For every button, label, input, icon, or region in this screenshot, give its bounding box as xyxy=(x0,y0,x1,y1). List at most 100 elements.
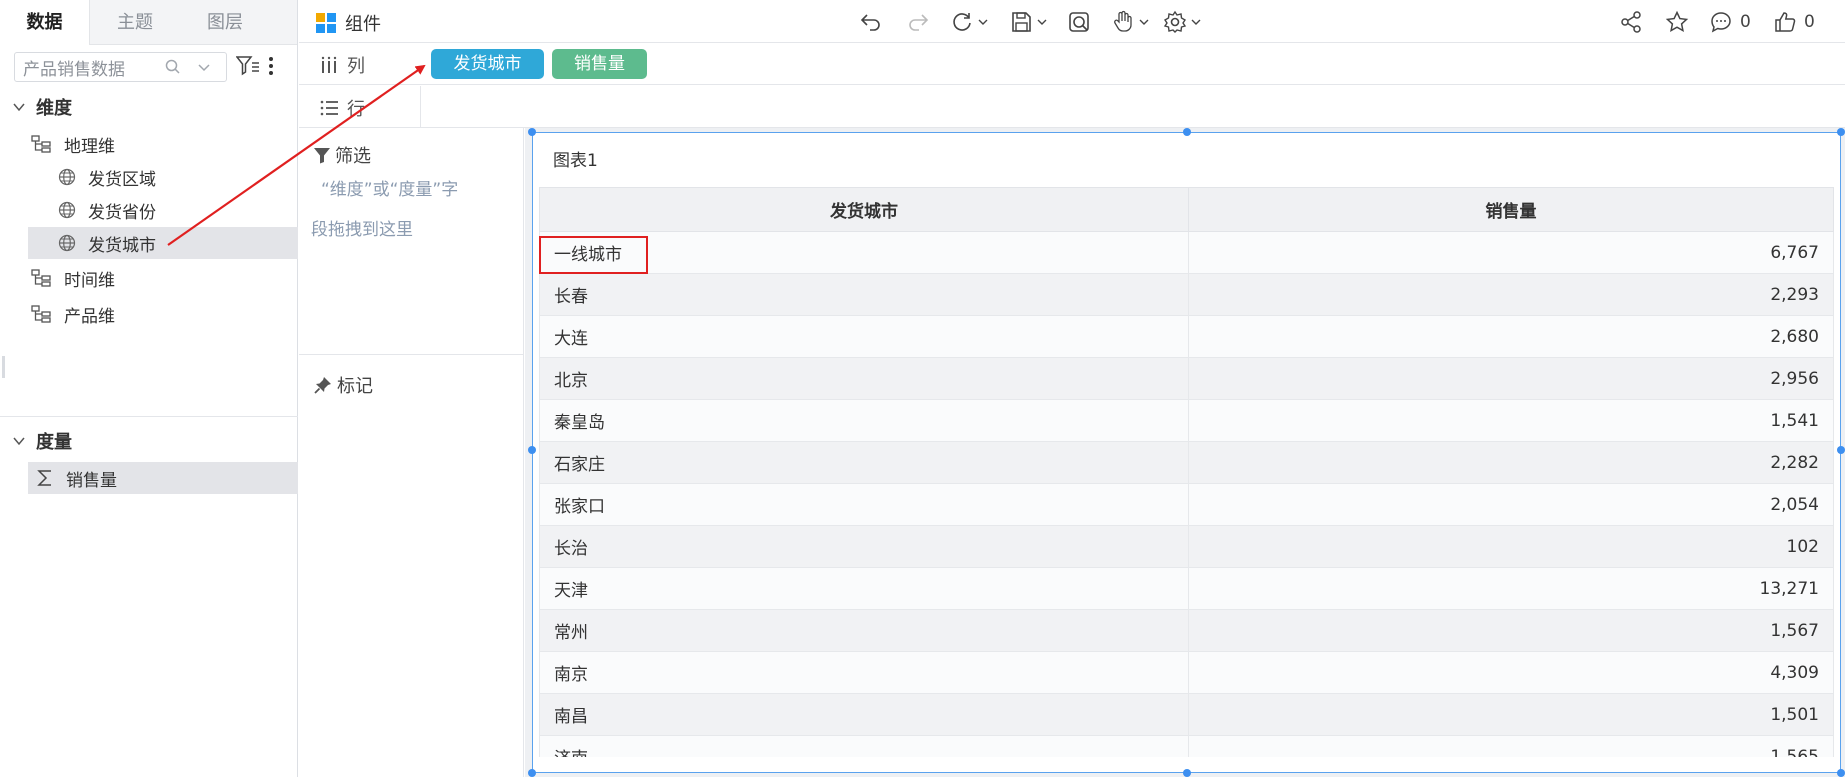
cell-sales: 1,565 xyxy=(1188,735,1834,757)
row-shelf[interactable]: 行 xyxy=(299,86,1845,128)
cell-city: 常州 xyxy=(539,609,1189,652)
cell-sales: 2,282 xyxy=(1188,441,1834,484)
tree-item-ship-region[interactable]: 发货区域 xyxy=(58,161,156,193)
cell-sales: 6,767 xyxy=(1188,231,1834,274)
measure-section-label: 度量 xyxy=(36,432,72,453)
component-label: 组件 xyxy=(345,14,381,35)
tree-item-label: 销售量 xyxy=(66,470,117,491)
hand-icon xyxy=(1114,10,1132,32)
column-shelf-label: 列 xyxy=(319,52,365,78)
tree-item-sales-volume[interactable]: 销售量 xyxy=(28,462,298,494)
globe-icon xyxy=(58,234,76,252)
resize-handle-br[interactable] xyxy=(1837,769,1845,777)
settings-button[interactable] xyxy=(1163,10,1202,34)
component-menu[interactable]: 组件 xyxy=(315,10,381,36)
table-row[interactable]: 长春 2,293 xyxy=(539,273,1834,316)
like-count: 0 xyxy=(1804,12,1815,32)
globe-icon xyxy=(58,168,76,186)
chevron-down-icon[interactable] xyxy=(196,59,212,75)
redo-button[interactable] xyxy=(906,10,930,34)
column-pill-ship-city[interactable]: 发货城市 xyxy=(431,49,544,79)
like-button[interactable]: 0 xyxy=(1773,10,1815,34)
table-row[interactable]: 北京 2,956 xyxy=(539,357,1834,400)
tree-item-label: 地理维 xyxy=(64,136,115,157)
table-row[interactable]: 张家口 2,054 xyxy=(539,483,1834,526)
like-icon xyxy=(1775,12,1796,32)
chart-title: 图表1 xyxy=(553,151,598,171)
table-row[interactable]: 一线城市 6,767 xyxy=(539,231,1834,274)
table-row[interactable]: 大连 2,680 xyxy=(539,315,1834,358)
table-body: 一线城市 6,767 长春 2,293 大连 2,680 北京 2,956 秦皇岛 1,541 石家… xyxy=(539,231,1834,757)
resize-handle-top[interactable] xyxy=(1183,128,1191,136)
resize-handle-right[interactable] xyxy=(1837,446,1845,454)
chevron-down-icon xyxy=(13,103,25,112)
save-button[interactable] xyxy=(1009,10,1048,34)
table-row[interactable]: 秦皇岛 1,541 xyxy=(539,399,1834,442)
chevron-down-icon xyxy=(1139,19,1149,25)
share-icon xyxy=(1621,11,1641,33)
resize-handle-tl[interactable] xyxy=(528,128,536,136)
crop-button[interactable] xyxy=(1067,10,1091,34)
columns-icon xyxy=(321,56,337,73)
data-panel: 数据 主题 图层 产品销售数据 维度 地理维 发货区域 发货省份 发货城市 时间… xyxy=(0,0,298,777)
tab-theme[interactable]: 主题 xyxy=(90,0,180,45)
cell-city: 大连 xyxy=(539,315,1189,358)
tree-item-time[interactable]: 时间维 xyxy=(30,262,115,294)
more-vertical-icon[interactable] xyxy=(267,56,275,76)
table-viewport[interactable]: 发货城市 销售量 一线城市 6,767 长春 2,293 大连 2,680 北京 2,956 秦… xyxy=(539,187,1834,757)
column-header-city[interactable]: 发货城市 xyxy=(539,187,1189,232)
table-row[interactable]: 天津 13,271 xyxy=(539,567,1834,610)
tree-item-ship-city[interactable]: 发货城市 xyxy=(28,227,298,259)
save-icon xyxy=(1012,12,1031,32)
resize-handle-bl[interactable] xyxy=(528,769,536,777)
crop-icon xyxy=(1069,12,1089,32)
cell-city: 南昌 xyxy=(539,693,1189,736)
table-row[interactable]: 常州 1,567 xyxy=(539,609,1834,652)
tree-item-label: 时间维 xyxy=(64,270,115,291)
column-shelf[interactable]: 列 发货城市 销售量 xyxy=(299,43,1845,85)
panel-divider xyxy=(299,354,524,355)
data-table: 发货城市 销售量 一线城市 6,767 长春 2,293 大连 2,680 北京 2,956 秦… xyxy=(539,187,1834,757)
cell-sales: 1,541 xyxy=(1188,399,1834,442)
tree-item-ship-province[interactable]: 发货省份 xyxy=(58,194,156,226)
undo-button[interactable] xyxy=(859,10,883,34)
measure-section-header[interactable]: 度量 xyxy=(12,428,72,454)
dataset-name: 产品销售数据 xyxy=(23,59,125,80)
search-icon[interactable] xyxy=(164,58,182,76)
chevron-down-icon xyxy=(1191,19,1201,25)
tree-item-product[interactable]: 产品维 xyxy=(30,298,115,330)
tab-layers[interactable]: 图层 xyxy=(180,0,270,45)
column-pill-sales-volume[interactable]: 销售量 xyxy=(552,49,647,79)
tree-item-label: 发货城市 xyxy=(88,235,156,256)
dimension-section-header[interactable]: 维度 xyxy=(12,94,72,120)
mark-section-title[interactable]: 标记 xyxy=(313,372,373,398)
resize-grip[interactable] xyxy=(2,356,5,378)
tree-item-geo[interactable]: 地理维 xyxy=(30,128,115,160)
share-button[interactable] xyxy=(1619,10,1643,34)
resize-handle-left[interactable] xyxy=(528,446,536,454)
cell-city: 秦皇岛 xyxy=(539,399,1189,442)
favorite-button[interactable] xyxy=(1665,10,1689,34)
field-filter-icon[interactable] xyxy=(236,55,260,77)
table-row[interactable]: 南昌 1,501 xyxy=(539,693,1834,736)
cell-sales: 2,054 xyxy=(1188,483,1834,526)
table-row[interactable]: 南京 4,309 xyxy=(539,651,1834,694)
interaction-button[interactable] xyxy=(1111,10,1150,34)
column-header-sales[interactable]: 销售量 xyxy=(1188,187,1834,232)
resize-handle-tr[interactable] xyxy=(1837,128,1845,136)
table-row[interactable]: 济南1,565 xyxy=(539,735,1834,757)
comment-button[interactable]: 0 xyxy=(1709,10,1751,34)
table-row[interactable]: 长治 102 xyxy=(539,525,1834,568)
cell-city: 石家庄 xyxy=(539,441,1189,484)
filter-icon xyxy=(314,148,330,164)
tab-data[interactable]: 数据 xyxy=(0,0,90,45)
filter-drop-hint[interactable]: “维度”或“度量”字 段拖拽到这里 xyxy=(311,170,511,250)
table-row[interactable]: 石家庄 2,282 xyxy=(539,441,1834,484)
settings-icon xyxy=(1163,10,1187,33)
dataset-selector[interactable]: 产品销售数据 xyxy=(14,52,227,82)
cell-city: 南京 xyxy=(539,651,1189,694)
resize-handle-bottom[interactable] xyxy=(1183,769,1191,777)
filter-hint-line-1: “维度”或“度量”字 xyxy=(321,180,459,200)
refresh-button[interactable] xyxy=(950,10,989,34)
filter-section-title[interactable]: 筛选 xyxy=(313,142,371,168)
